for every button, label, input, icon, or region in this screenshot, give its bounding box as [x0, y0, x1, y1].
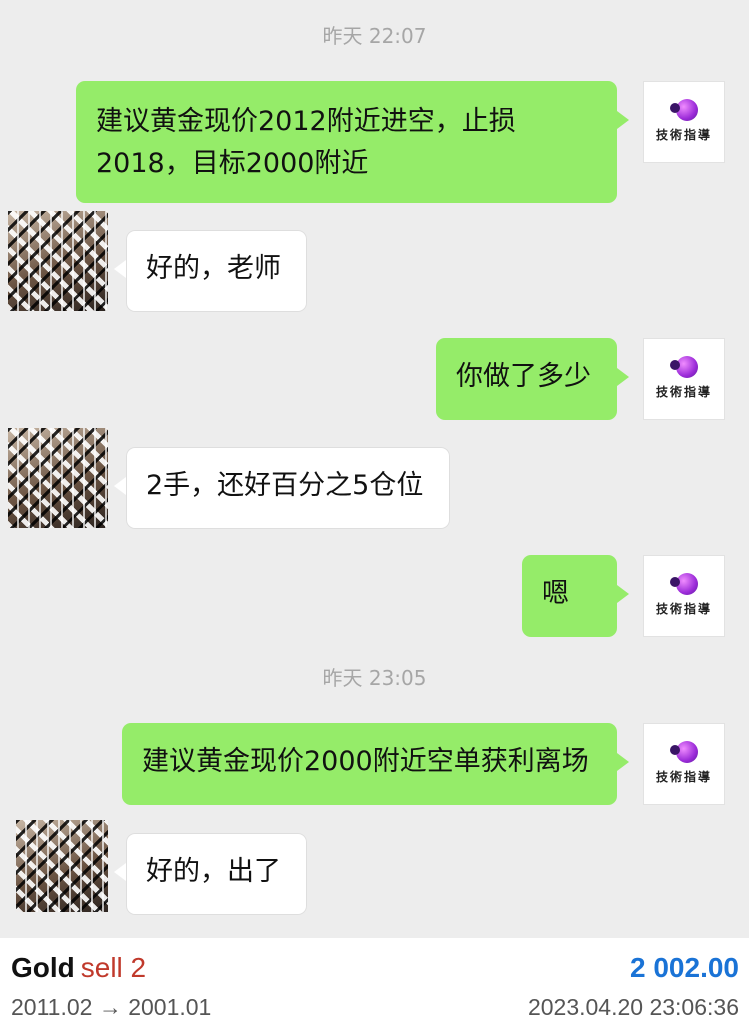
avatar-caption: 技術指導 — [655, 128, 712, 142]
purple-orb-icon — [670, 741, 698, 763]
trade-side: sell 2 — [80, 952, 147, 983]
purple-orb-icon — [670, 573, 698, 595]
message-bubble-incoming[interactable]: 好的，出了 — [114, 833, 307, 915]
trade-profit: 2 002.00 — [630, 952, 739, 983]
avatar-caption: 技術指導 — [655, 770, 712, 784]
message-bubble-outgoing[interactable]: 建议黄金现价2012附近进空，止损2018，目标2000附近 — [76, 81, 629, 203]
trade-time: 2023.04.20 23:06:36 — [527, 994, 739, 1020]
timestamp: 昨天 23:05 — [322, 666, 427, 690]
self-avatar[interactable]: 技術指導 — [643, 81, 725, 163]
self-avatar[interactable]: 技術指導 — [643, 723, 725, 805]
message-bubble-outgoing[interactable]: 嗯 — [522, 555, 629, 637]
avatar-caption: 技術指導 — [655, 602, 712, 616]
contact-avatar[interactable] — [8, 211, 108, 311]
timestamp: 昨天 22:07 — [322, 24, 427, 48]
contact-avatar[interactable] — [16, 820, 108, 912]
message-bubble-incoming[interactable]: 好的，老师 — [114, 230, 307, 312]
self-avatar[interactable]: 技術指導 — [643, 338, 725, 420]
symbol-label: Gold — [11, 952, 75, 983]
trade-prices: 2011.02 → 2001.01 — [11, 994, 212, 1020]
trade-summary[interactable]: Gold sell 2 2 002.00 2011.02 → 2001.01 20… — [0, 938, 749, 1031]
purple-orb-icon — [670, 99, 698, 121]
message-bubble-outgoing[interactable]: 你做了多少 — [436, 338, 629, 420]
message-bubble-outgoing[interactable]: 建议黄金现价2000附近空单获利离场 — [122, 723, 629, 805]
avatar-caption: 技術指導 — [655, 385, 712, 399]
self-avatar[interactable]: 技術指導 — [643, 555, 725, 637]
message-bubble-incoming[interactable]: 2手，还好百分之5仓位 — [114, 447, 450, 529]
purple-orb-icon — [670, 356, 698, 378]
trade-symbol: Gold sell 2 — [11, 952, 146, 984]
contact-avatar[interactable] — [8, 428, 108, 528]
